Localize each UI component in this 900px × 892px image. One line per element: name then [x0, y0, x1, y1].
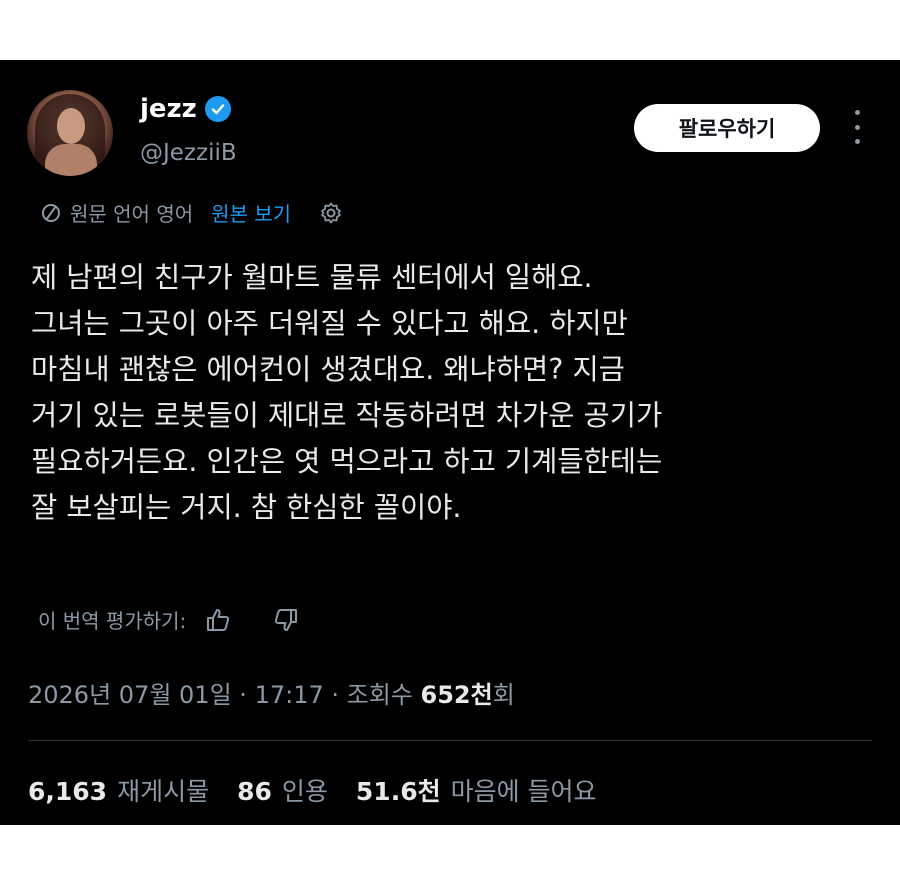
avatar-face — [57, 108, 85, 144]
meta-separator: · — [239, 681, 255, 709]
follow-button[interactable]: 팔로우하기 — [634, 104, 820, 152]
rate-translation-label: 이 번역 평가하기: — [38, 609, 187, 633]
tweet-card: jezz @JezziiB 팔로우하기 원문 언어 영어 원본 보기 제 남편의… — [0, 60, 900, 825]
view-original-link[interactable]: 원본 보기 — [211, 198, 291, 227]
divider — [28, 740, 872, 741]
reposts-label: 재게시물 — [117, 777, 210, 806]
thumbs-down-icon[interactable] — [272, 606, 300, 634]
views-suffix: 회 — [492, 681, 515, 709]
quotes-stat[interactable]: 86 인용 — [237, 772, 328, 808]
display-name[interactable]: jezz — [140, 94, 197, 124]
likes-label: 마음에 들어요 — [450, 777, 597, 806]
user-handle[interactable]: @JezziiB — [140, 140, 237, 166]
more-icon[interactable] — [852, 110, 862, 144]
translation-bar: 원문 언어 영어 원본 보기 — [40, 198, 343, 227]
views-count: 652천 — [420, 681, 493, 709]
thumbs-up-icon[interactable] — [204, 606, 232, 634]
avatar-body — [45, 144, 97, 176]
likes-stat[interactable]: 51.6천 마음에 들어요 — [356, 772, 597, 808]
translate-icon — [40, 202, 62, 224]
source-language: 원문 언어 영어 — [70, 202, 194, 226]
likes-count: 51.6천 — [355, 777, 441, 806]
verified-badge-icon — [204, 96, 231, 122]
meta-separator: · — [331, 681, 347, 709]
engagement-stats: 6,163 재게시물 86 인용 51.6천 마음에 들어요 — [28, 772, 597, 808]
rate-translation-row: 이 번역 평가하기: — [38, 605, 300, 634]
avatar[interactable] — [27, 90, 113, 176]
reposts-count: 6,163 — [28, 777, 108, 806]
gear-icon[interactable] — [319, 201, 343, 225]
quotes-count: 86 — [237, 777, 272, 806]
quotes-label: 인용 — [281, 777, 328, 806]
tweet-text: 제 남편의 친구가 월마트 물류 센터에서 일해요. 그녀는 그곳이 아주 더워… — [31, 261, 663, 524]
reposts-stat[interactable]: 6,163 재게시물 — [28, 772, 209, 808]
name-row: jezz — [140, 94, 231, 124]
tweet-meta: 2026년 07월 01일 · 17:17 · 조회수 652천회 — [28, 675, 515, 710]
views-label: 조회수 — [346, 681, 413, 709]
tweet-time[interactable]: 17:17 — [255, 681, 324, 709]
tweet-date[interactable]: 2026년 07월 01일 — [28, 681, 232, 709]
